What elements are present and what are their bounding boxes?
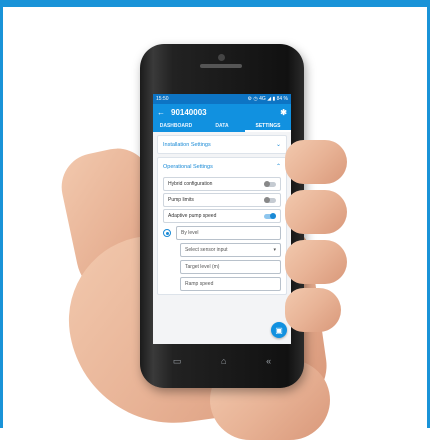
app-title: 90140003 bbox=[171, 107, 207, 117]
tab-data[interactable]: DATA bbox=[199, 120, 245, 132]
back-icon[interactable]: « bbox=[266, 356, 271, 366]
bluetooth-icon[interactable]: ✱ bbox=[280, 108, 287, 117]
hand-finger-index bbox=[285, 140, 347, 184]
phone-screen: 15:50 ⚙ ◷ 4G ◢ ▮ 84 % ← 90140003 ✱ DASHB… bbox=[153, 94, 291, 344]
adaptive-pump-speed-toggle[interactable] bbox=[264, 213, 276, 219]
tab-bar: DASHBOARD DATA SETTINGS bbox=[153, 120, 291, 132]
target-level-input[interactable]: Target level (m) bbox=[180, 260, 281, 274]
menu-icon[interactable]: ▭ bbox=[173, 356, 182, 367]
ramp-speed-input[interactable]: Ramp speed bbox=[180, 277, 281, 291]
sensor-input-select[interactable]: Select sensor input ▾ bbox=[180, 243, 281, 257]
hand-finger-little bbox=[285, 288, 341, 332]
pump-limits-toggle[interactable] bbox=[264, 197, 276, 203]
adaptive-pump-speed-row[interactable]: Adaptive pump speed bbox=[163, 209, 281, 223]
dropdown-arrow-icon: ▾ bbox=[273, 247, 276, 253]
status-time: 15:50 bbox=[156, 96, 169, 102]
phone-device: 15:50 ⚙ ◷ 4G ◢ ▮ 84 % ← 90140003 ✱ DASHB… bbox=[140, 44, 304, 388]
target-level-placeholder: Target level (m) bbox=[185, 264, 220, 270]
arrow-left-icon[interactable]: ← bbox=[157, 108, 165, 117]
speaker-grille bbox=[200, 64, 242, 68]
hybrid-configuration-label: Hybrid configuration bbox=[168, 181, 213, 187]
app-bar: ← 90140003 ✱ bbox=[153, 104, 291, 120]
tab-dashboard[interactable]: DASHBOARD bbox=[153, 120, 199, 132]
hybrid-configuration-toggle[interactable] bbox=[264, 181, 276, 187]
adaptive-pump-speed-label: Adaptive pump speed bbox=[168, 213, 217, 219]
hand-finger-ring bbox=[285, 240, 347, 284]
installation-settings-label: Installation Settings bbox=[163, 141, 211, 148]
pump-limits-label: Pump limits bbox=[168, 197, 194, 203]
hybrid-configuration-row[interactable]: Hybrid configuration bbox=[163, 177, 281, 191]
frame-top-border bbox=[0, 0, 430, 7]
tab-settings[interactable]: SETTINGS bbox=[245, 120, 291, 132]
status-bar: 15:50 ⚙ ◷ 4G ◢ ▮ 84 % bbox=[153, 94, 291, 104]
home-icon[interactable]: ⌂ bbox=[221, 356, 226, 366]
save-icon: ▣ bbox=[275, 325, 283, 335]
sensor-input-select-label: Select sensor input bbox=[185, 247, 228, 253]
system-nav-bar: ▭ ⌂ « bbox=[153, 348, 291, 374]
radio-selected-icon[interactable] bbox=[163, 229, 171, 237]
by-level-option[interactable]: By level bbox=[163, 226, 281, 240]
save-button[interactable]: ▣ bbox=[271, 322, 287, 338]
installation-settings-section[interactable]: Installation Settings ⌄ bbox=[157, 135, 287, 154]
by-level-field[interactable]: By level bbox=[176, 226, 281, 240]
ramp-speed-placeholder: Ramp speed bbox=[185, 281, 214, 287]
hand-finger-middle bbox=[285, 190, 347, 234]
chevron-up-icon[interactable]: ⌃ bbox=[276, 163, 281, 170]
operational-settings-section: Operational Settings ⌃ Hybrid configurat… bbox=[157, 157, 287, 295]
pump-limits-row[interactable]: Pump limits bbox=[163, 193, 281, 207]
frame-left-border bbox=[0, 0, 3, 428]
chevron-down-icon[interactable]: ⌄ bbox=[276, 141, 281, 148]
status-indicators: ⚙ ◷ 4G ◢ ▮ 84 % bbox=[247, 96, 288, 102]
operational-settings-label: Operational Settings bbox=[163, 163, 213, 170]
camera-icon bbox=[218, 54, 225, 61]
